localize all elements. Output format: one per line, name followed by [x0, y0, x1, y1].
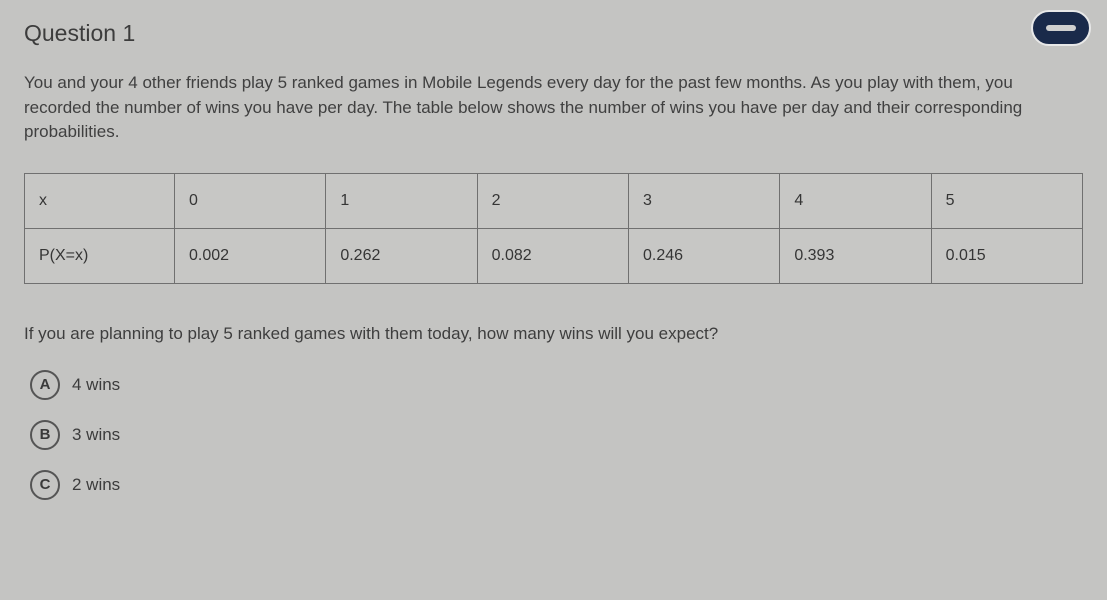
table-cell: 0.015 [931, 228, 1082, 283]
badge-inner [1046, 25, 1076, 31]
table-cell: 2 [477, 173, 628, 228]
table-cell: 4 [780, 173, 931, 228]
choice-b[interactable]: B 3 wins [30, 420, 1083, 450]
table-cell: 0.262 [326, 228, 477, 283]
table-cell: 0.246 [628, 228, 779, 283]
choice-label: 2 wins [72, 475, 120, 495]
probability-table: x 0 1 2 3 4 5 P(X=x) 0.002 0.262 0.082 0… [24, 173, 1083, 284]
question-followup: If you are planning to play 5 ranked gam… [24, 324, 1083, 344]
choice-label: 4 wins [72, 375, 120, 395]
table-row: x 0 1 2 3 4 5 [25, 173, 1083, 228]
choice-label: 3 wins [72, 425, 120, 445]
choice-letter: A [30, 370, 60, 400]
table-cell: 1 [326, 173, 477, 228]
choice-c[interactable]: C 2 wins [30, 470, 1083, 500]
badge-icon [1031, 10, 1091, 46]
table-row: P(X=x) 0.002 0.262 0.082 0.246 0.393 0.0… [25, 228, 1083, 283]
row-label-px: P(X=x) [25, 228, 175, 283]
table-cell: 5 [931, 173, 1082, 228]
row-label-x: x [25, 173, 175, 228]
question-title: Question 1 [24, 20, 1083, 47]
choice-a[interactable]: A 4 wins [30, 370, 1083, 400]
table-cell: 3 [628, 173, 779, 228]
choice-letter: C [30, 470, 60, 500]
choice-letter: B [30, 420, 60, 450]
answer-choices: A 4 wins B 3 wins C 2 wins [24, 370, 1083, 500]
table-cell: 0.082 [477, 228, 628, 283]
question-prompt: You and your 4 other friends play 5 rank… [24, 71, 1083, 145]
question-container: Question 1 You and your 4 other friends … [0, 0, 1107, 500]
table-cell: 0 [175, 173, 326, 228]
table-cell: 0.393 [780, 228, 931, 283]
table-cell: 0.002 [175, 228, 326, 283]
